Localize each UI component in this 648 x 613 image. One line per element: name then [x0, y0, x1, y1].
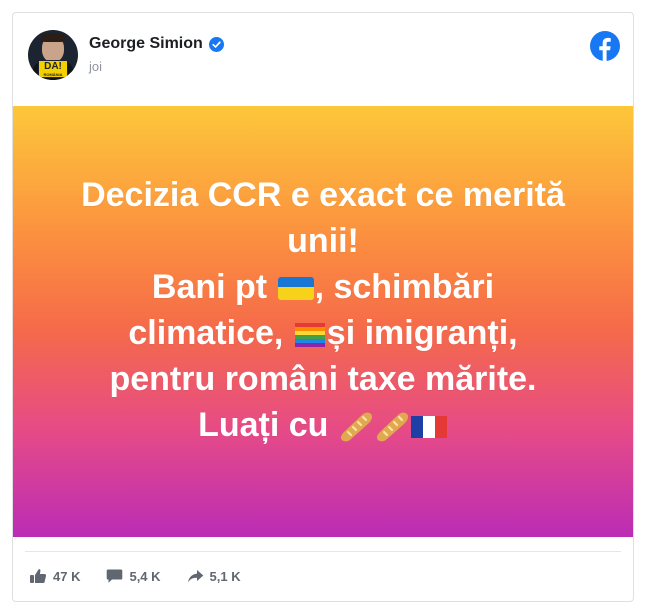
- post-background: Decizia CCR e exact ce merită unii! Bani…: [13, 106, 633, 537]
- author-name-row: George Simion: [89, 35, 224, 53]
- shares-count: 5,1 K: [209, 568, 241, 584]
- like-icon: [30, 569, 47, 583]
- baguette-icon: [340, 412, 372, 441]
- comments-count: 5,4 K: [129, 568, 161, 584]
- facebook-post-card: DA! ROMÂNIA George Simion joi Decizia CCR…: [12, 12, 634, 602]
- france-flag-icon: [410, 415, 447, 438]
- verified-badge-icon: [208, 36, 224, 52]
- shares-stat[interactable]: 5,1 K: [187, 568, 241, 584]
- rainbow-flag-icon: [294, 322, 325, 347]
- post-stats: 47 K 5,4 K 5,1 K: [29, 568, 267, 584]
- post-line-5: pentru români taxe mărite.: [109, 359, 537, 398]
- post-header: DA! ROMÂNIA George Simion joi: [13, 13, 633, 106]
- post-timestamp[interactable]: joi: [89, 59, 102, 74]
- likes-count: 47 K: [53, 568, 81, 584]
- comments-stat[interactable]: 5,4 K: [106, 568, 161, 584]
- avatar-sign: DA! ROMÂNIA: [38, 60, 68, 78]
- post-text: Decizia CCR e exact ce merită unii! Bani…: [43, 172, 603, 448]
- baguette-icon: [376, 412, 408, 441]
- facebook-logo-icon[interactable]: [590, 31, 620, 61]
- footer-divider: [25, 551, 621, 552]
- author-name[interactable]: George Simion: [89, 35, 203, 53]
- post-line-1: Decizia CCR e exact ce merită: [81, 175, 565, 214]
- comment-icon: [107, 569, 123, 583]
- likes-stat[interactable]: 47 K: [29, 568, 80, 584]
- ukraine-flag-icon: [277, 276, 314, 300]
- post-line-6: Luați cu: [43, 402, 603, 448]
- post-line-3: Bani pt , schimbări: [151, 267, 495, 306]
- post-line-4: climatice, și imigranți,: [128, 313, 518, 352]
- post-line-2: unii!: [287, 221, 359, 260]
- share-icon: [187, 570, 203, 583]
- author-avatar[interactable]: DA! ROMÂNIA: [28, 30, 78, 80]
